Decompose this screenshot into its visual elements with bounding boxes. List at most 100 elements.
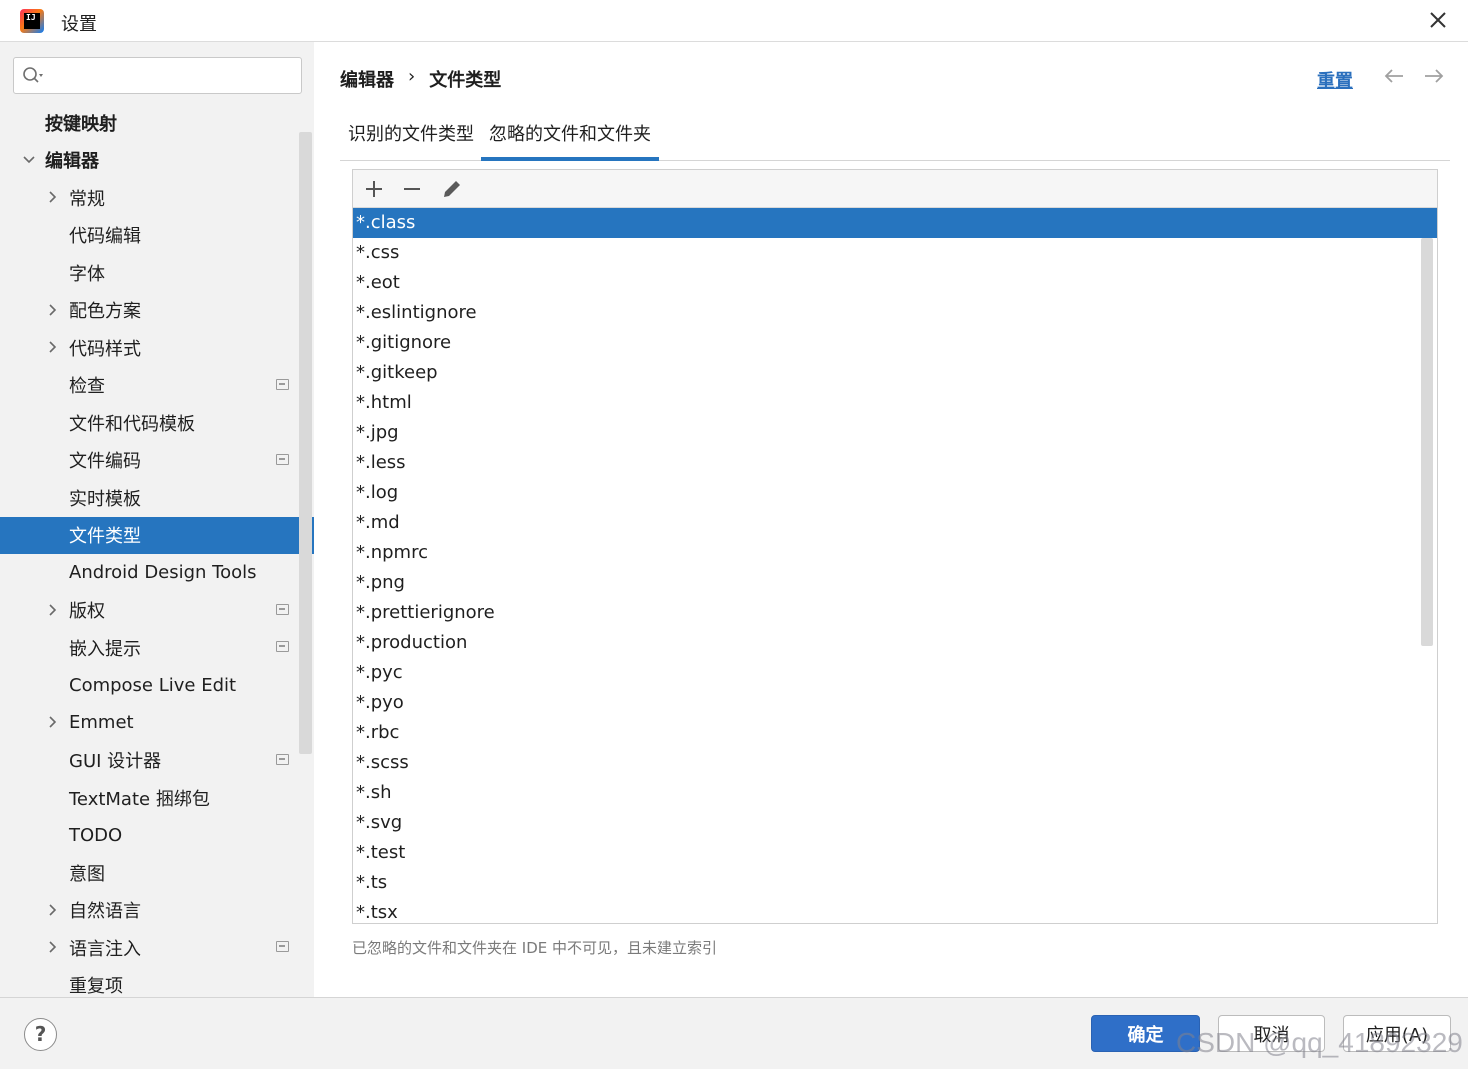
- list-item[interactable]: *.eslintignore: [353, 298, 1437, 328]
- list-item[interactable]: *.log: [353, 478, 1437, 508]
- list-item[interactable]: *.less: [353, 448, 1437, 478]
- sidebar-item[interactable]: TextMate 捆绑包: [0, 779, 314, 816]
- sidebar-item[interactable]: GUI 设计器: [0, 742, 314, 779]
- list-item[interactable]: *.rbc: [353, 718, 1437, 748]
- main-panel: 编辑器 › 文件类型 重置 识别的文件类型 忽略的文件和文件夹 *.class *…: [314, 42, 1468, 997]
- sidebar-item[interactable]: 代码编辑: [0, 217, 314, 254]
- cancel-button[interactable]: 取消: [1218, 1015, 1325, 1052]
- list-item[interactable]: *.class: [353, 208, 1437, 238]
- chevron-right-icon[interactable]: [46, 190, 60, 204]
- list-item[interactable]: *.sh: [353, 778, 1437, 808]
- sidebar-item-label: 配色方案: [69, 301, 141, 322]
- sidebar-item[interactable]: 文件和代码模板: [0, 404, 314, 441]
- breadcrumb-current: 文件类型: [429, 70, 502, 91]
- list-item[interactable]: *.scss: [353, 748, 1437, 778]
- remove-icon[interactable]: [401, 178, 423, 200]
- list-item[interactable]: *.pyc: [353, 658, 1437, 688]
- help-button[interactable]: ?: [24, 1018, 57, 1051]
- sidebar-item-label: 实时模板: [69, 488, 141, 510]
- tab-bar: 识别的文件类型 忽略的文件和文件夹: [340, 122, 1450, 161]
- ignored-patterns-list: *.class *.css *.eot *.eslintignore *.gitigno…: [353, 208, 1437, 923]
- sidebar-item[interactable]: 按键映射: [0, 104, 314, 141]
- sidebar-item[interactable]: Emmet: [0, 704, 314, 741]
- sidebar-item-label: Compose Live Edit: [69, 674, 237, 696]
- sidebar-item-label: 代码编辑: [69, 226, 141, 247]
- forward-arrow-icon[interactable]: [1423, 66, 1445, 86]
- list-item[interactable]: *.ts: [353, 868, 1437, 898]
- sidebar-item[interactable]: 字体: [0, 254, 314, 291]
- reset-link[interactable]: 重置: [1317, 67, 1353, 93]
- list-item[interactable]: *.eot: [353, 268, 1437, 298]
- list-item[interactable]: *.tsx: [353, 898, 1437, 923]
- sidebar-item[interactable]: 检查: [0, 367, 314, 404]
- project-scope-icon: [276, 453, 289, 465]
- list-item[interactable]: *.html: [353, 388, 1437, 418]
- list-item[interactable]: *.md: [353, 508, 1437, 538]
- window-title: 设置: [61, 14, 97, 35]
- list-item[interactable]: *.test: [353, 838, 1437, 868]
- sidebar-item-label: GUI 设计器: [69, 751, 162, 772]
- sidebar-item[interactable]: 嵌入提示: [0, 629, 314, 666]
- tab-ignored-files-folders[interactable]: 忽略的文件和文件夹: [481, 122, 659, 161]
- sidebar-item-label: 意图: [69, 863, 105, 885]
- project-scope-icon: [276, 941, 289, 952]
- ok-button[interactable]: 确定: [1091, 1015, 1200, 1052]
- sidebar-item[interactable]: 实时模板: [0, 479, 314, 516]
- chevron-right-icon[interactable]: [46, 340, 60, 354]
- sidebar-item[interactable]: Compose Live Edit: [0, 667, 314, 704]
- sidebar-item[interactable]: 配色方案: [0, 292, 314, 329]
- sidebar-item[interactable]: 重复项: [0, 967, 314, 997]
- list-scrollbar[interactable]: [1421, 238, 1433, 646]
- breadcrumb-separator: ›: [408, 66, 416, 87]
- sidebar-item[interactable]: 自然语言: [0, 892, 314, 929]
- sidebar-item-label: 文件编码: [69, 451, 141, 472]
- chevron-right-icon[interactable]: [46, 715, 60, 729]
- list-item[interactable]: *.prettierignore: [353, 598, 1437, 628]
- list-item[interactable]: *.npmrc: [353, 538, 1437, 568]
- chevron-right-icon[interactable]: [46, 303, 60, 317]
- sidebar-item-label: 按键映射: [45, 113, 117, 135]
- add-icon[interactable]: [363, 178, 385, 200]
- close-icon[interactable]: [1426, 8, 1450, 32]
- apply-button[interactable]: 应用(A): [1343, 1015, 1451, 1052]
- chevron-right-icon[interactable]: [46, 603, 60, 617]
- list-item[interactable]: *.pyo: [353, 688, 1437, 718]
- sidebar-item-label: 常规: [69, 188, 105, 210]
- tab-recognized-file-types[interactable]: 识别的文件类型: [340, 122, 482, 161]
- sidebar-item[interactable]: 编辑器: [0, 142, 314, 179]
- search-input[interactable]: [50, 62, 290, 89]
- sidebar-item[interactable]: 常规: [0, 179, 314, 216]
- chevron-right-icon[interactable]: [46, 903, 60, 917]
- project-scope-icon: [276, 603, 289, 615]
- sidebar-item[interactable]: 文件类型: [0, 516, 314, 554]
- sidebar-item[interactable]: Android Design Tools: [0, 554, 314, 591]
- sidebar-item-label: 自然语言: [69, 901, 141, 922]
- list-item[interactable]: *.gitkeep: [353, 358, 1437, 388]
- edit-pencil-icon[interactable]: [441, 178, 463, 200]
- list-item[interactable]: *.production: [353, 628, 1437, 658]
- sidebar-item[interactable]: 语言注入: [0, 929, 314, 966]
- sidebar-item-label: 语言注入: [69, 938, 141, 960]
- list-item[interactable]: *.svg: [353, 808, 1437, 838]
- sidebar-item-label: 重复项: [69, 976, 123, 997]
- sidebar-item-label: 编辑器: [45, 151, 99, 172]
- sidebar-item[interactable]: 文件编码: [0, 442, 314, 479]
- sidebar-item[interactable]: 版权: [0, 592, 314, 629]
- sidebar-item[interactable]: TODO: [0, 817, 314, 854]
- list-item[interactable]: *.jpg: [353, 418, 1437, 448]
- sidebar-scrollbar[interactable]: [299, 132, 312, 754]
- sidebar-item-label: TextMate 捆绑包: [69, 788, 210, 810]
- settings-sidebar: 按键映射编辑器常规代码编辑字体配色方案代码样式检查 文件和代码模板文件编码实时模板…: [0, 42, 314, 997]
- breadcrumb-parent[interactable]: 编辑器: [340, 66, 394, 92]
- list-item[interactable]: *.gitignore: [353, 328, 1437, 358]
- sidebar-item-label: 文件类型: [69, 526, 141, 547]
- back-arrow-icon[interactable]: [1383, 66, 1405, 86]
- search-field[interactable]: [13, 57, 302, 94]
- list-item[interactable]: *.png: [353, 568, 1437, 598]
- sidebar-item-label: 代码样式: [69, 338, 141, 360]
- sidebar-item[interactable]: 代码样式: [0, 329, 314, 366]
- chevron-down-icon[interactable]: [22, 153, 36, 167]
- list-item[interactable]: *.css: [353, 238, 1437, 268]
- chevron-right-icon[interactable]: [46, 940, 60, 954]
- sidebar-item[interactable]: 意图: [0, 854, 314, 891]
